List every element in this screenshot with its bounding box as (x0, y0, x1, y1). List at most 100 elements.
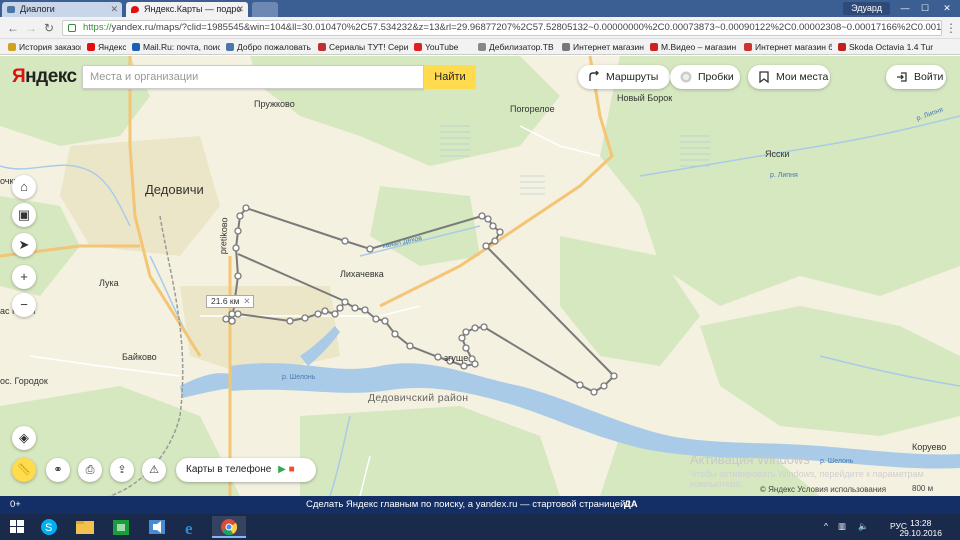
media-player-icon[interactable] (140, 516, 174, 538)
bookmark-item[interactable]: Дебилизатор.ТВ Росс (476, 40, 556, 54)
close-ruler-icon[interactable]: ✕ (243, 296, 250, 307)
route-point[interactable] (361, 306, 369, 314)
maximize-icon[interactable]: ☐ (916, 2, 934, 14)
ruler-icon[interactable]: 📏 (12, 458, 36, 482)
route-point[interactable] (458, 334, 466, 342)
route-point[interactable] (228, 317, 236, 325)
zoom-out-icon[interactable]: − (12, 293, 36, 317)
zoom-in-icon[interactable]: + (12, 265, 36, 289)
yandex-logo[interactable]: Яндекс (12, 66, 77, 88)
ie-icon[interactable]: e (176, 516, 210, 538)
route-point[interactable] (321, 307, 329, 315)
store-icon[interactable] (104, 516, 138, 538)
route-point[interactable] (341, 298, 349, 306)
route-point[interactable] (460, 362, 468, 370)
chrome-icon[interactable] (212, 516, 246, 538)
route-point[interactable] (286, 317, 294, 325)
bookmark-item[interactable]: Добро пожаловать | (224, 40, 312, 54)
route-point[interactable] (366, 245, 374, 253)
route-point[interactable] (301, 314, 309, 322)
browser-user[interactable]: Эдуард (843, 2, 890, 15)
share-icon[interactable]: ⇪ (110, 458, 134, 482)
phone-promo-button[interactable]: Карты в телефоне ▶ ■ (176, 458, 316, 482)
route-point[interactable] (234, 227, 242, 235)
notify-count[interactable]: 0+ (10, 496, 21, 514)
route-point[interactable] (496, 228, 504, 236)
minimize-icon[interactable]: — (896, 2, 914, 14)
route-point[interactable] (471, 324, 479, 332)
route-point[interactable] (434, 353, 442, 361)
layers-briefcase-icon[interactable]: ▣ (12, 203, 36, 227)
bookmark-item[interactable]: Интернет магазин эл (560, 40, 644, 54)
close-window-icon[interactable]: ✕ (938, 2, 956, 14)
route-point[interactable] (234, 310, 242, 318)
route-point[interactable] (234, 272, 242, 280)
route-point[interactable] (491, 237, 499, 245)
place-label[interactable]: Новый Борок (617, 93, 672, 103)
place-label[interactable]: Ясски (765, 149, 789, 159)
place-label[interactable]: Погорелое (510, 104, 555, 114)
panorama-icon[interactable]: ⚭ (46, 458, 70, 482)
route-point[interactable] (471, 360, 479, 368)
search-input[interactable]: Места и организации (82, 65, 424, 89)
start-icon[interactable] (0, 516, 34, 538)
place-label[interactable]: Лука (99, 278, 119, 288)
place-label[interactable]: Коруево (912, 442, 946, 452)
login-button[interactable]: Войти (886, 65, 946, 89)
place-label[interactable]: Пружково (254, 99, 295, 109)
route-point[interactable] (228, 310, 236, 318)
route-point[interactable] (372, 315, 380, 323)
route-point[interactable] (478, 212, 486, 220)
route-point[interactable] (576, 381, 584, 389)
place-label[interactable]: ос. Городок (0, 376, 48, 386)
close-tab-icon[interactable]: ✕ (110, 4, 118, 15)
route-point[interactable] (391, 330, 399, 338)
close-tab-icon[interactable]: ✕ (236, 4, 244, 15)
bookmark-item[interactable]: Сериалы ТУТ! Сериа (316, 40, 408, 54)
my-places-button[interactable]: Мои места (748, 65, 830, 89)
back-icon[interactable]: ← (6, 21, 20, 35)
menu-icon[interactable]: ⋮ (944, 21, 958, 35)
route-point[interactable] (336, 304, 344, 312)
route-point[interactable] (406, 342, 414, 350)
route-point[interactable] (236, 212, 244, 220)
bookmark-item[interactable]: История заказов (6, 40, 81, 54)
bookmark-item[interactable]: Интернет магазин бы (742, 40, 832, 54)
route-point[interactable] (480, 323, 488, 331)
route-point[interactable] (341, 237, 349, 245)
place-label[interactable]: Байково (122, 352, 157, 362)
copyright-text[interactable]: © Яндекс Условия использования (760, 485, 886, 494)
map-layers-icon[interactable]: ◈ (12, 426, 36, 450)
route-point[interactable] (314, 310, 322, 318)
traffic-button[interactable]: Пробки (670, 65, 740, 89)
locate-icon[interactable]: ➤ (12, 233, 36, 257)
route-point[interactable] (242, 204, 250, 212)
home-icon[interactable]: ⌂ (12, 175, 36, 199)
new-tab-button[interactable] (252, 2, 278, 17)
file-explorer-icon[interactable] (68, 516, 102, 538)
report-error-icon[interactable]: ⚠ (142, 458, 166, 482)
bookmark-item[interactable]: Skoda Octavia 1.4 Tur (836, 40, 956, 54)
city-label[interactable]: Дедовичи (145, 182, 204, 197)
route-point[interactable] (484, 215, 492, 223)
bookmark-item[interactable]: Mail.Ru: почта, поиск (130, 40, 220, 54)
skype-icon[interactable]: S (32, 516, 66, 538)
forward-icon[interactable]: → (24, 21, 38, 35)
notify-yes-button[interactable]: ДА (624, 496, 638, 514)
place-label[interactable]: Лихачевка (340, 269, 384, 279)
tab-dialogs[interactable]: Диалоги ✕ (2, 2, 122, 17)
route-point[interactable] (232, 244, 240, 252)
network-icon[interactable]: ▥ (838, 521, 846, 532)
bookmark-item[interactable]: Яндекс (85, 40, 126, 54)
bookmark-item[interactable]: М.Видео – магазин б (648, 40, 738, 54)
reload-icon[interactable]: ↻ (42, 21, 56, 35)
route-point[interactable] (610, 372, 618, 380)
route-point[interactable] (222, 315, 230, 323)
route-point[interactable] (600, 382, 608, 390)
tray-up-icon[interactable]: ^ (824, 521, 828, 531)
speaker-icon[interactable]: 🔈 (858, 521, 869, 532)
route-point[interactable] (489, 222, 497, 230)
map-canvas[interactable]: Пружково Погорелое Новый Борок Ясски Дед… (0, 56, 960, 496)
place-label[interactable]: згуще (444, 353, 468, 363)
bookmark-item[interactable]: YouTube (412, 40, 472, 54)
